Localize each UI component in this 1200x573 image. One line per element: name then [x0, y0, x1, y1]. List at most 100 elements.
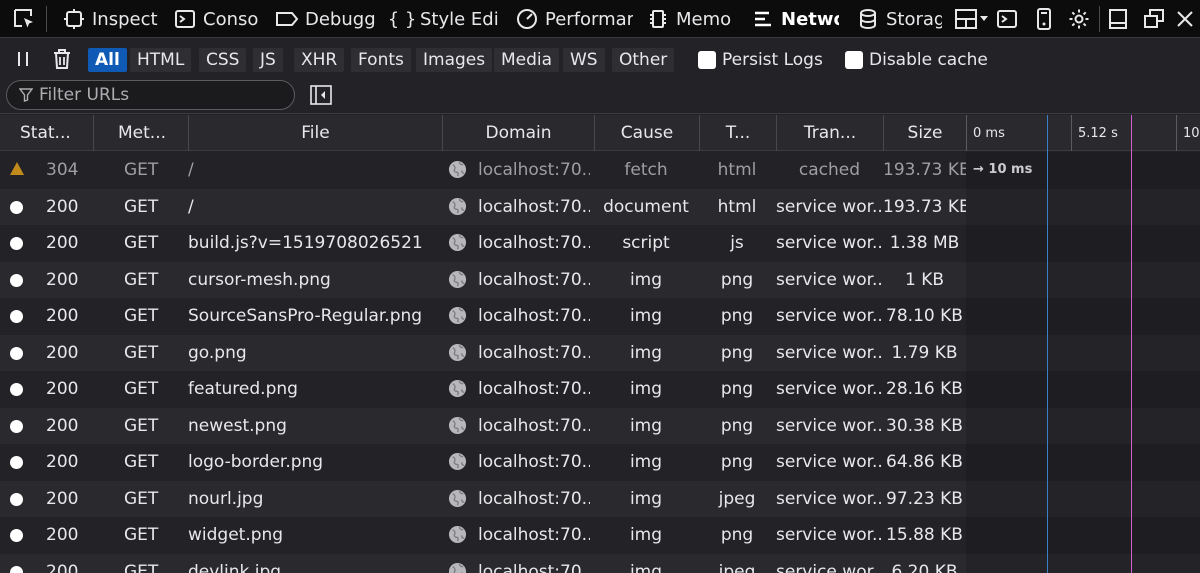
cell-method: GET: [124, 160, 159, 180]
cell-cause: img: [629, 379, 663, 399]
pause-icon: [18, 52, 28, 66]
cell-method: GET: [124, 342, 159, 363]
cell-type: png: [720, 415, 754, 436]
globe-icon: [448, 379, 467, 398]
request-row[interactable]: 200 GET widget.png localhost:70... img png ser…: [0, 517, 1200, 554]
toolbar-separator: [46, 6, 47, 32]
undock-button[interactable]: [1140, 4, 1168, 34]
more-tools-button[interactable]: [952, 4, 992, 34]
cell-status: 304: [46, 160, 79, 180]
globe-icon: [448, 562, 467, 573]
filter-media[interactable]: Media: [494, 48, 560, 72]
persist-logs-checkbox[interactable]: Persist Logs: [698, 48, 823, 72]
cell-status: 200: [46, 306, 79, 326]
cell-type: png: [720, 452, 754, 472]
globe-icon: [448, 233, 467, 252]
filter-other[interactable]: Other: [612, 48, 675, 72]
pause-button[interactable]: [12, 48, 34, 70]
tab-storage[interactable]: Storag: [856, 0, 942, 38]
cell-size: 97.23 KB: [886, 488, 963, 509]
persist-logs-label: Persist Logs: [722, 50, 823, 70]
cell-method: GET: [124, 561, 159, 573]
globe-icon: [448, 197, 467, 215]
filter-urls-input[interactable]: Filter URLs: [6, 80, 295, 110]
column-transferred[interactable]: Tran...: [776, 115, 883, 151]
globe-icon: [448, 416, 467, 434]
cell-method: GET: [124, 452, 159, 472]
request-row[interactable]: 200 GET build.js?v=1519708026521 localhost:…: [0, 225, 1200, 262]
filter-fonts[interactable]: Fonts: [351, 48, 411, 72]
responsive-design-button[interactable]: [1030, 4, 1058, 34]
close-devtools-button[interactable]: [1172, 4, 1198, 34]
element-picker-button[interactable]: [8, 4, 40, 34]
cell-transferred: service wor...: [776, 415, 883, 436]
cell-type: png: [720, 306, 754, 326]
request-row[interactable]: 200 GET / localhost:70... document html servic…: [0, 188, 1200, 225]
request-row[interactable]: 200 GET SourceSansPro-Regular.png localhost…: [0, 298, 1200, 335]
tab-network[interactable]: Netwo: [751, 0, 839, 38]
dom-content-loaded-marker: [1047, 115, 1048, 573]
toggle-sidebar-button[interactable]: [310, 84, 332, 106]
globe-icon: [448, 452, 467, 471]
request-row[interactable]: 200 GET devlink.jpg localhost:70... img jpeg s…: [0, 553, 1200, 573]
checkbox-box[interactable]: [845, 51, 863, 69]
tab-inspector[interactable]: Inspect: [62, 0, 162, 38]
status-dot-icon: [10, 200, 23, 214]
cell-domain: localhost:70...: [478, 269, 590, 290]
request-row[interactable]: 200 GET featured.png localhost:70... img png s…: [0, 371, 1200, 408]
settings-button[interactable]: [1064, 4, 1094, 34]
status-dot-icon: [10, 419, 23, 433]
cell-cause: img: [629, 306, 663, 326]
cell-type: html: [717, 196, 757, 217]
cell-status: 200: [46, 233, 79, 253]
column-method[interactable]: Met...: [93, 115, 188, 151]
request-row[interactable]: 200 GET newest.png localhost:70... img png ser…: [0, 407, 1200, 444]
disable-cache-checkbox[interactable]: Disable cache: [845, 48, 988, 72]
tab-memory[interactable]: Memo: [646, 0, 736, 38]
cell-type: png: [720, 525, 754, 545]
request-row[interactable]: 200 GET cursor-mesh.png localhost:70... img p…: [0, 261, 1200, 298]
column-domain[interactable]: Domain: [442, 115, 594, 151]
tab-label: Storag: [886, 8, 942, 30]
column-file[interactable]: File: [188, 115, 442, 151]
cell-type: jpeg: [718, 488, 756, 509]
sidebar-toggle-icon: [310, 85, 332, 105]
column-cause[interactable]: Cause: [594, 115, 699, 151]
split-console-button[interactable]: [992, 4, 1022, 34]
request-row[interactable]: 200 GET nourl.jpg localhost:70... img jpeg ser…: [0, 480, 1200, 517]
cell-cause: img: [629, 525, 663, 545]
filter-js[interactable]: JS: [253, 48, 283, 72]
request-row[interactable]: 200 GET logo-border.png localhost:70... img p…: [0, 444, 1200, 481]
cell-domain: localhost:70...: [478, 415, 590, 436]
cell-cause: img: [629, 452, 663, 472]
filter-html[interactable]: HTML: [130, 48, 192, 72]
request-row[interactable]: 200 GET go.png localhost:70... img png service…: [0, 334, 1200, 371]
checkbox-box[interactable]: [698, 51, 716, 69]
filter-ws[interactable]: WS: [563, 48, 605, 72]
column-status[interactable]: Stat...: [0, 115, 93, 151]
separate-window-icon: [1144, 9, 1164, 28]
cell-domain: localhost:70...: [478, 342, 590, 363]
filter-css[interactable]: CSS: [199, 48, 247, 72]
debugger-icon: [275, 7, 299, 31]
layout-dropdown-icon: [955, 9, 988, 29]
tab-debugger[interactable]: Debugg: [275, 0, 376, 38]
cell-file: nourl.jpg: [188, 488, 264, 509]
cell-transferred: service wor...: [776, 452, 883, 472]
style-editor-icon: { }: [390, 8, 417, 30]
status-dot-icon: [10, 273, 23, 287]
cell-size: 78.10 KB: [886, 306, 963, 326]
column-type[interactable]: T...: [699, 115, 776, 151]
column-size[interactable]: Size: [883, 115, 966, 151]
filter-images[interactable]: Images: [416, 48, 493, 72]
cell-size: 193.73 KB: [883, 196, 966, 217]
tab-style-editor[interactable]: { } Style Edi: [390, 0, 504, 38]
tab-performance[interactable]: Performar: [515, 0, 633, 38]
clear-button[interactable]: [50, 47, 74, 71]
tab-console[interactable]: Conso: [173, 0, 263, 38]
request-row[interactable]: 304 GET / localhost:70... fetch html cached 193…: [0, 152, 1200, 189]
filter-all[interactable]: All: [88, 48, 127, 72]
status-dot-icon: [10, 346, 23, 360]
dock-bottom-button[interactable]: [1104, 4, 1132, 34]
filter-xhr[interactable]: XHR: [294, 48, 345, 72]
